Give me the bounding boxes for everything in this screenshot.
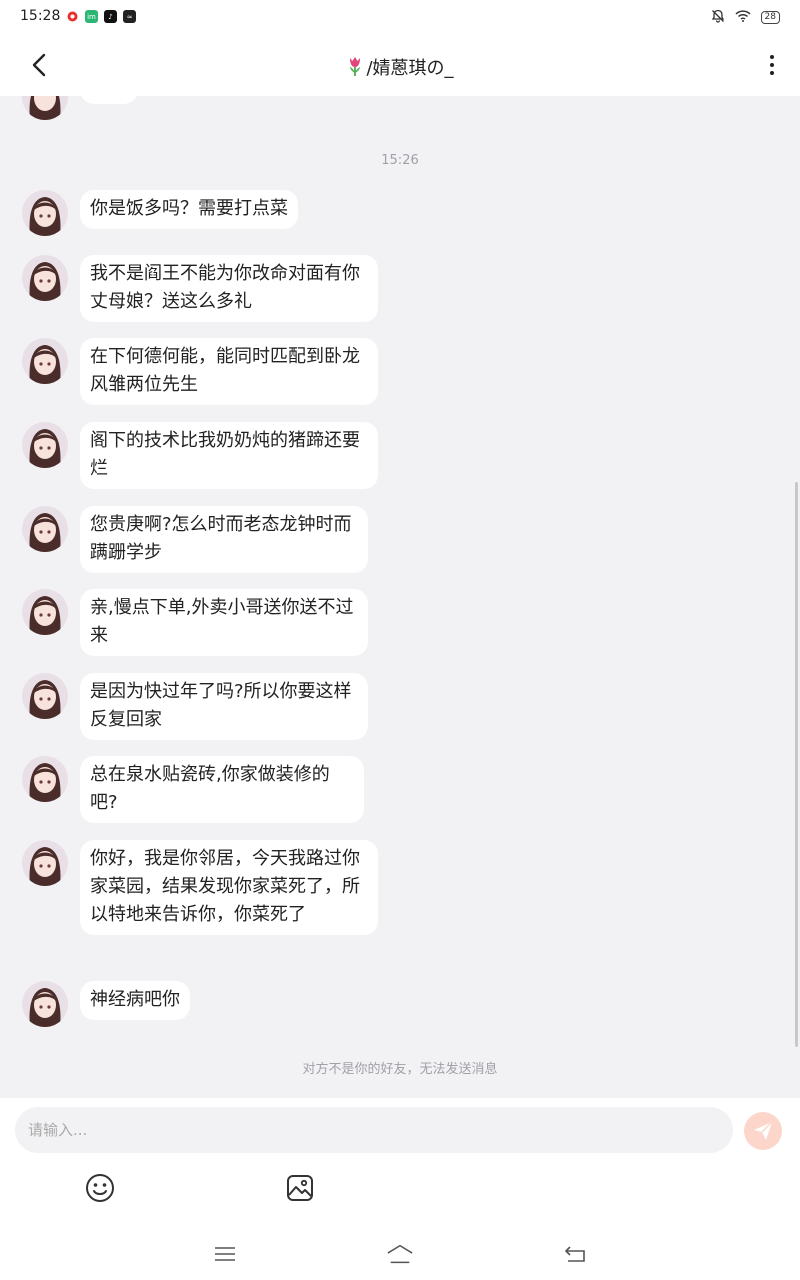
avatar[interactable]: [22, 422, 68, 468]
status-time: 15:28: [20, 8, 61, 24]
status-bar: 15:28 im ♪ ≈ 28: [0, 0, 800, 34]
home-icon: [387, 1244, 413, 1264]
avatar[interactable]: [22, 338, 68, 384]
more-dot: [770, 55, 774, 59]
message-row: 我不是阎王不能为你改命对面有你丈母娘？送这么多礼: [22, 255, 378, 322]
message-bubble[interactable]: 阁下的技术比我奶奶炖的猪蹄还要烂: [80, 422, 378, 489]
avatar[interactable]: [22, 96, 68, 120]
wifi-icon: [735, 10, 751, 25]
message-bubble[interactable]: 你好，我是你邻居，今天我路过你家菜园，结果发现你家菜死了，所以特地来告诉你，你菜…: [80, 840, 378, 935]
avatar[interactable]: [22, 756, 68, 802]
status-right: 28: [711, 9, 780, 26]
image-icon: [287, 1175, 313, 1201]
home-nav-button[interactable]: [386, 1242, 414, 1266]
menu-icon: [215, 1247, 235, 1261]
chat-header: /婧蒽琪の_: [0, 34, 800, 96]
avatar[interactable]: [22, 981, 68, 1027]
message-row: 阁下的技术比我奶奶炖的猪蹄还要烂: [22, 422, 378, 489]
system-navigation-bar: [0, 1234, 800, 1280]
message-bubble[interactable]: 您贵庚啊?怎么时而老态龙钟时而蹒跚学步: [80, 506, 368, 573]
message-row: 是因为快过年了吗?所以你要这样反复回家: [22, 673, 368, 740]
message-bubble-partial: [80, 96, 138, 104]
tulip-icon: [346, 55, 364, 82]
mute-bell-icon: [711, 9, 725, 26]
message-row: 总在泉水贴瓷砖,你家做装修的吧?: [22, 756, 364, 823]
message-row-partial: [22, 96, 138, 120]
avatar[interactable]: [22, 255, 68, 301]
battery-indicator: 28: [760, 11, 780, 24]
message-bubble[interactable]: 神经病吧你: [80, 981, 190, 1020]
status-app-icons: im ♪ ≈: [66, 10, 136, 23]
avatar[interactable]: [22, 506, 68, 552]
message-row: 你好，我是你邻居，今天我路过你家菜园，结果发现你家菜死了，所以特地来告诉你，你菜…: [22, 840, 378, 935]
avatar[interactable]: [22, 589, 68, 635]
message-timestamp: 15:26: [381, 153, 419, 168]
message-input[interactable]: 请输入...: [15, 1107, 733, 1153]
menu-nav-button[interactable]: [211, 1242, 239, 1266]
avatar[interactable]: [22, 673, 68, 719]
message-bubble[interactable]: 我不是阎王不能为你改命对面有你丈母娘？送这么多礼: [80, 255, 378, 322]
not-friend-notice: 对方不是你的好友，无法发送消息: [302, 1062, 498, 1077]
emoji-button[interactable]: [84, 1172, 116, 1204]
message-bubble[interactable]: 亲,慢点下单,外卖小哥送你送不过来: [80, 589, 368, 656]
composer: 请输入...: [0, 1098, 800, 1234]
chat-area[interactable]: 15:26 你是饭多吗？需要打点菜 我不是阎王不能为你改命对面有你丈母娘？送这么…: [0, 96, 800, 1098]
avatar[interactable]: [22, 840, 68, 886]
chat-title: /婧蒽琪の_: [0, 54, 800, 82]
more-options-button[interactable]: [760, 48, 784, 82]
message-row: 您贵庚啊?怎么时而老态龙钟时而蹒跚学步: [22, 506, 368, 573]
paper-plane-icon: [754, 1121, 773, 1140]
return-icon: [565, 1246, 585, 1262]
message-bubble[interactable]: 你是饭多吗？需要打点菜: [80, 190, 298, 229]
red-app-icon: [66, 10, 79, 23]
tiktok-icon: ♪: [104, 10, 117, 23]
message-bubble[interactable]: 是因为快过年了吗?所以你要这样反复回家: [80, 673, 368, 740]
back-nav-button[interactable]: [561, 1242, 589, 1266]
send-button[interactable]: [744, 1112, 782, 1150]
scrollbar[interactable]: [795, 482, 798, 1047]
message-row: 你是饭多吗？需要打点菜: [22, 190, 298, 236]
message-row: 神经病吧你: [22, 981, 190, 1027]
chat-title-text: /婧蒽琪の_: [366, 58, 454, 79]
image-button[interactable]: [284, 1172, 316, 1204]
smiley-icon: [86, 1174, 114, 1202]
message-bubble[interactable]: 总在泉水贴瓷砖,你家做装修的吧?: [80, 756, 364, 823]
green-app-icon: im: [85, 10, 98, 23]
more-dot: [770, 71, 774, 75]
more-dot: [770, 63, 774, 67]
message-bubble[interactable]: 在下何德何能，能同时匹配到卧龙风雏两位先生: [80, 338, 378, 405]
avatar[interactable]: [22, 190, 68, 236]
message-row: 亲,慢点下单,外卖小哥送你送不过来: [22, 589, 368, 656]
message-row: 在下何德何能，能同时匹配到卧龙风雏两位先生: [22, 338, 378, 405]
dark-app-icon: ≈: [123, 10, 136, 23]
